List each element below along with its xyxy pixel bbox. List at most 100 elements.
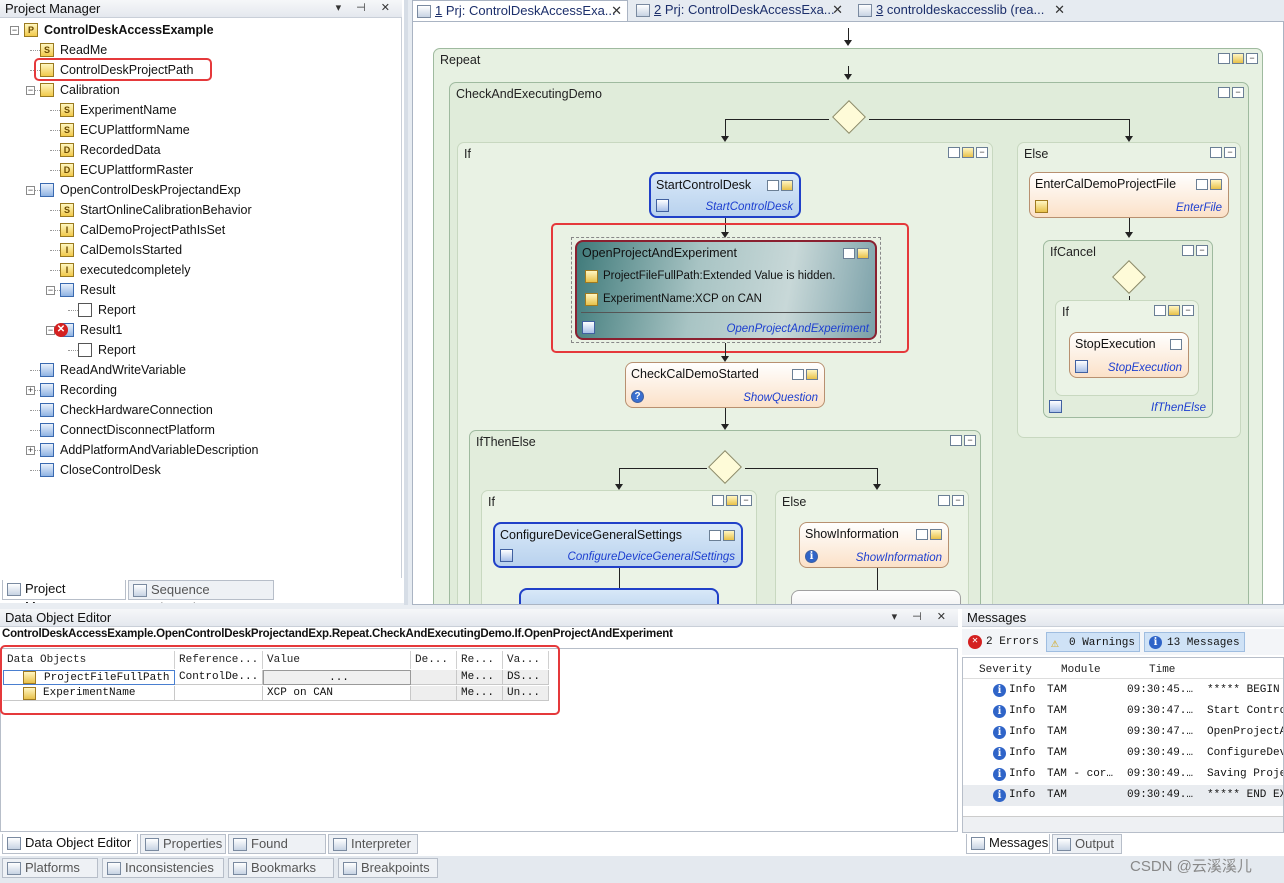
tab-breakpoints[interactable]: Breakpoints — [338, 858, 438, 878]
collapse-icon[interactable]: − — [964, 435, 976, 446]
tree-item[interactable]: Report — [0, 340, 400, 360]
entercaldemoprojectfile-node[interactable]: EnterCalDemoProjectFile EnterFile — [1029, 172, 1229, 218]
tab-properties[interactable]: Properties — [140, 834, 226, 854]
horizontal-scrollbar[interactable] — [963, 816, 1283, 832]
block-view-icon[interactable] — [767, 180, 779, 191]
block-props-icon[interactable] — [1168, 305, 1180, 316]
block-view-icon[interactable] — [1218, 87, 1230, 98]
entercaldemoprojectfile-link[interactable]: EnterFile — [1176, 202, 1222, 214]
tree-item[interactable]: ReadAndWriteVariable — [0, 360, 400, 380]
tab-data-object-editor[interactable]: Data Object Editor — [2, 834, 138, 854]
next-step-node-2[interactable] — [791, 590, 961, 604]
expand-icon[interactable]: + — [26, 446, 35, 455]
warnings-filter[interactable]: ⚠ 0 Warnings — [1046, 632, 1141, 652]
expand-icon[interactable]: + — [26, 386, 35, 395]
collapse-icon[interactable]: − — [26, 86, 35, 95]
block-props-icon[interactable] — [1210, 179, 1222, 190]
startcontroldesk-link[interactable]: StartControlDesk — [705, 201, 793, 213]
tree-item[interactable]: − ✕ Result1 — [0, 320, 400, 340]
stopexecution-link[interactable]: StopExecution — [1108, 362, 1182, 374]
tree-item[interactable]: CheckHardwareConnection — [0, 400, 400, 420]
checkcaldemostarted-link[interactable]: ShowQuestion — [743, 392, 818, 404]
collapse-icon[interactable]: − — [1196, 245, 1208, 256]
close-icon[interactable]: ✕ — [1054, 0, 1065, 20]
stopexecution-node[interactable]: StopExecution StopExecution — [1069, 332, 1189, 378]
tree-item[interactable]: + Recording — [0, 380, 400, 400]
block-props-icon[interactable] — [723, 530, 735, 541]
doc-tab-1[interactable]: 1 Prj: ControlDeskAccessExa... ✕ — [412, 0, 628, 21]
tree-item[interactable]: S StartOnlineCalibrationBehavior — [0, 200, 400, 220]
tab-found-items[interactable]: Found items — [228, 834, 326, 869]
tab-interpreter[interactable]: Interpreter — [328, 834, 418, 854]
next-step-node[interactable] — [519, 588, 719, 604]
configuredevicegeneralsettings-node[interactable]: ConfigureDeviceGeneralSettings Configure… — [493, 522, 743, 568]
message-row[interactable]: iInfo TAM 09:30:47.… Start Control — [963, 701, 1283, 722]
collapse-icon[interactable]: − — [976, 147, 988, 158]
block-view-icon[interactable] — [916, 529, 928, 540]
collapse-icon[interactable]: − — [952, 495, 964, 506]
pane-controls[interactable]: ▾ ⊣ ✕ — [892, 610, 952, 623]
block-view-icon[interactable] — [1210, 147, 1222, 158]
block-view-icon[interactable] — [1218, 53, 1230, 64]
collapse-icon[interactable]: − — [26, 186, 35, 195]
tree-item[interactable]: ConnectDisconnectPlatform — [0, 420, 400, 440]
close-icon[interactable]: ✕ — [832, 0, 843, 20]
showinformation-link[interactable]: ShowInformation — [856, 552, 942, 564]
openprojectandexperiment-node[interactable]: OpenProjectAndExperiment ProjectFileFull… — [575, 240, 877, 340]
collapse-icon[interactable]: − — [10, 26, 19, 35]
block-props-icon[interactable] — [781, 180, 793, 191]
collapse-icon[interactable]: − — [1224, 147, 1236, 158]
tab-bookmarks[interactable]: Bookmarks — [228, 858, 334, 878]
block-view-icon[interactable] — [938, 495, 950, 506]
collapse-icon[interactable]: − — [1232, 87, 1244, 98]
block-props-icon[interactable] — [962, 147, 974, 158]
tree-item[interactable]: S ExperimentName — [0, 100, 400, 120]
block-view-icon[interactable] — [1182, 245, 1194, 256]
close-icon[interactable]: ✕ — [611, 1, 622, 21]
block-props-icon[interactable] — [857, 248, 869, 259]
block-view-icon[interactable] — [712, 495, 724, 506]
tab-project-manager[interactable]: Project Manager — [2, 580, 126, 614]
tree-item[interactable]: + AddPlatformAndVariableDescription — [0, 440, 400, 460]
message-row[interactable]: iInfo TAM 09:30:47.… OpenProjectAn — [963, 722, 1283, 743]
block-props-icon[interactable] — [806, 369, 818, 380]
block-view-icon[interactable] — [1170, 339, 1182, 350]
ifthenelse-link[interactable]: IfThenElse — [1151, 402, 1206, 414]
tree-item[interactable]: − Result — [0, 280, 400, 300]
tree-item[interactable]: S ReadMe — [0, 40, 400, 60]
message-row[interactable]: iInfo TAM 09:30:49.… ***** END EXE — [963, 785, 1283, 806]
collapse-icon[interactable]: − — [1246, 53, 1258, 64]
block-view-icon[interactable] — [843, 248, 855, 259]
block-view-icon[interactable] — [792, 369, 804, 380]
message-row[interactable]: iInfo TAM 09:30:49.… ConfigureDevi — [963, 743, 1283, 764]
openprojectandexperiment-link[interactable]: OpenProjectAndExperiment — [726, 323, 869, 335]
pane-controls[interactable]: ▾ ⊣ ✕ — [336, 1, 396, 14]
message-row[interactable]: iInfo TAM - cor… 09:30:49.… Saving Projec — [963, 764, 1283, 785]
block-props-icon[interactable] — [726, 495, 738, 506]
doc-tab-3[interactable]: 3 controldeskaccesslib (rea... ✕ — [854, 0, 1070, 21]
checkcaldemostarted-node[interactable]: CheckCalDemoStarted ? ShowQuestion — [625, 362, 825, 408]
startcontroldesk-node[interactable]: StartControlDesk StartControlDesk — [649, 172, 801, 218]
tree-item[interactable]: − Calibration — [0, 80, 400, 100]
collapse-icon[interactable]: − — [1182, 305, 1194, 316]
block-view-icon[interactable] — [1196, 179, 1208, 190]
tree-item[interactable]: Report — [0, 300, 400, 320]
col-time[interactable]: Time — [1149, 661, 1175, 679]
tree-item[interactable]: S ECUPlattformName — [0, 120, 400, 140]
tree-item[interactable]: − P ControlDeskAccessExample — [0, 20, 400, 40]
block-props-icon[interactable] — [930, 529, 942, 540]
col-module[interactable]: Module — [1061, 661, 1101, 679]
tree-item[interactable]: CloseControlDesk — [0, 460, 400, 480]
block-view-icon[interactable] — [948, 147, 960, 158]
block-view-icon[interactable] — [1154, 305, 1166, 316]
tab-platforms[interactable]: Platforms — [2, 858, 98, 878]
tree-item[interactable]: − OpenControlDeskProjectandExp — [0, 180, 400, 200]
block-props-icon[interactable] — [1232, 53, 1244, 64]
block-view-icon[interactable] — [709, 530, 721, 541]
message-row[interactable]: iInfo TAM 09:30:45.… ***** BEGIN E — [963, 680, 1283, 701]
block-view-icon[interactable] — [950, 435, 962, 446]
collapse-icon[interactable]: − — [46, 286, 55, 295]
sequence-canvas[interactable]: Repeat − CheckAndExecutingDemo − If − El… — [412, 21, 1284, 605]
tree-item[interactable]: D RecordedData — [0, 140, 400, 160]
collapse-icon[interactable]: − — [740, 495, 752, 506]
